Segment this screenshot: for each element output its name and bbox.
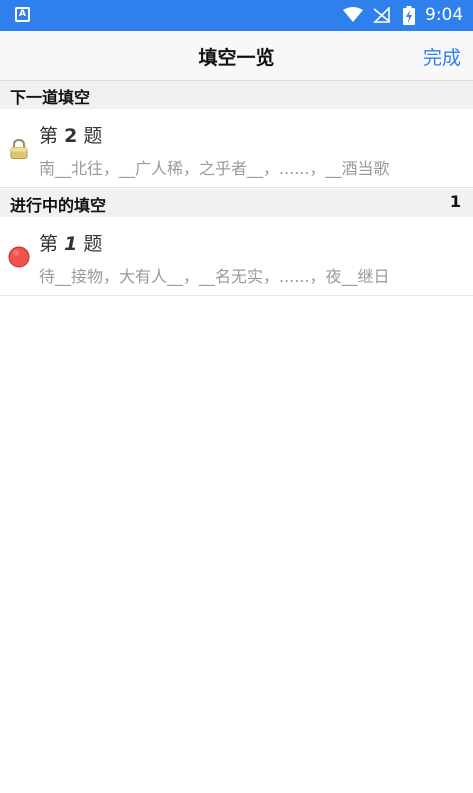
question-suffix: 题 [83, 125, 103, 147]
page-title: 填空一览 [198, 47, 275, 69]
question-title: 第 2 题 [39, 121, 102, 148]
question-preview: 待__接物，大有人__，__名无实，......，夜__继日 [39, 267, 390, 286]
question-preview: 南__北往，__广人稀，之乎者__，......，__酒当歌 [39, 159, 390, 178]
lock-icon [10, 138, 28, 159]
status-bar: A 9:04 [0, 0, 473, 31]
list-item-question-1[interactable]: 第 1 题 待__接物，大有人__，__名无实，......，夜__继日 [0, 217, 473, 296]
done-button[interactable]: 完成 [423, 43, 461, 70]
question-number: 2 [64, 125, 78, 147]
section-title: 下一道填空 [10, 88, 91, 107]
question-prefix: 第 [39, 125, 59, 147]
question-prefix: 第 [39, 233, 59, 255]
red-dot-icon [8, 246, 30, 268]
wifi-icon [343, 7, 363, 22]
question-number: 1 [64, 233, 78, 255]
navigation-bar: 填空一览 完成 [0, 31, 473, 81]
section-title: 进行中的填空 [10, 196, 107, 215]
list-item-question-2[interactable]: 第 2 题 南__北往，__广人稀，之乎者__，......，__酒当歌 [0, 109, 473, 188]
app-icon: A [15, 7, 30, 22]
section-header-in-progress: 进行中的填空 1 [0, 189, 473, 217]
status-time: 9:04 [425, 5, 464, 25]
question-suffix: 题 [83, 233, 103, 255]
battery-charging-icon [403, 6, 415, 25]
section-count: 1 [449, 192, 461, 211]
section-header-next: 下一道填空 [0, 81, 473, 109]
question-title: 第 1 题 [39, 229, 102, 256]
no-signal-icon [373, 7, 391, 23]
